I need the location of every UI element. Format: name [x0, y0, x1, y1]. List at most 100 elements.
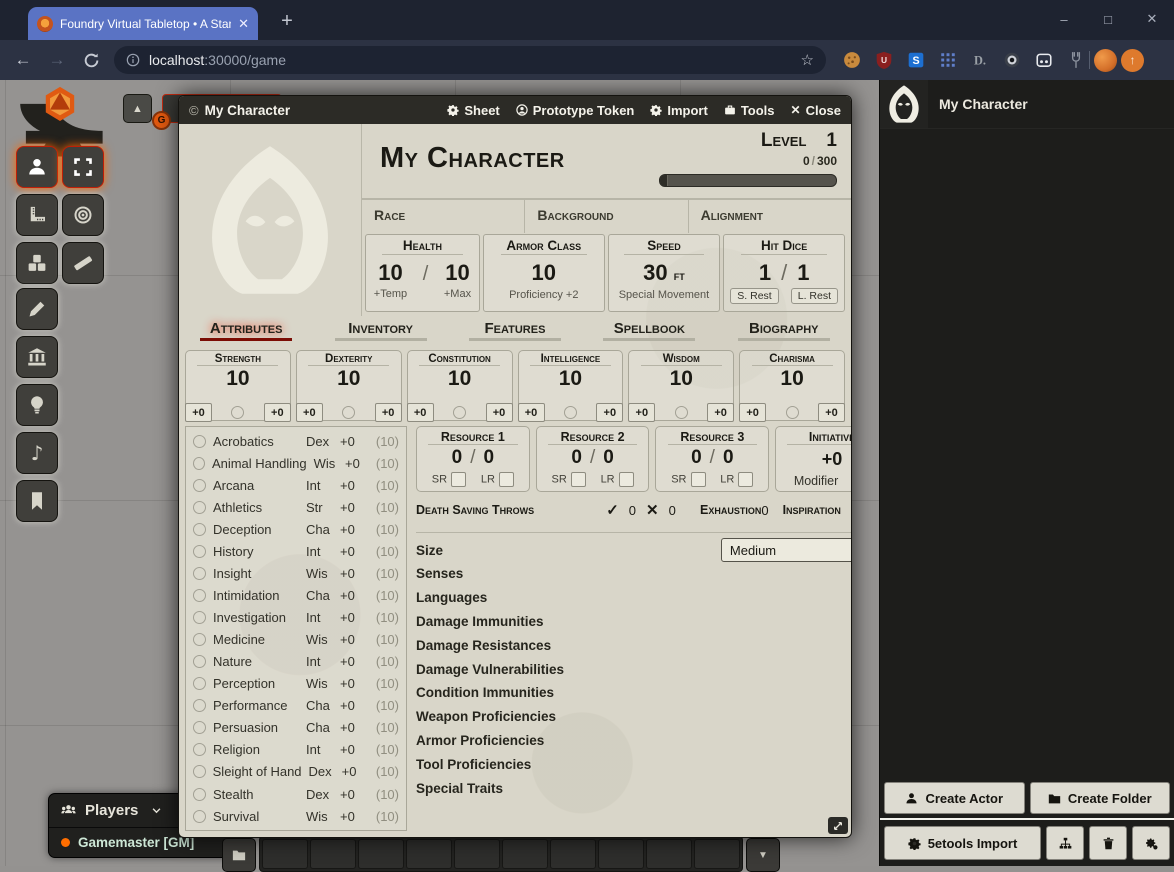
ability-check-mod[interactable]: +0 — [596, 403, 623, 422]
special-movement-label[interactable]: Special Movement — [609, 289, 720, 301]
macro-folder-button[interactable] — [222, 838, 256, 872]
skill-proficiency-radio[interactable] — [193, 743, 206, 756]
create-folder-button[interactable]: Create Folder — [1030, 782, 1171, 814]
ac-value[interactable]: 10 — [532, 260, 556, 286]
ability-charisma[interactable]: Charisma10+0+0 — [739, 350, 845, 421]
proficiency-radio[interactable] — [342, 406, 355, 419]
hotbar-page-button[interactable]: ▼ — [746, 838, 780, 872]
skill-perception[interactable]: PerceptionWis+0(10) — [193, 673, 399, 695]
hp-max-label[interactable]: +Max — [444, 288, 471, 300]
macro-slot[interactable] — [406, 839, 452, 869]
exhaustion-value[interactable]: 0 — [761, 503, 768, 518]
tab-inventory[interactable]: Inventory — [335, 320, 427, 341]
level-value[interactable]: 1 — [826, 130, 837, 152]
character-name[interactable]: My Character — [380, 142, 565, 175]
proficiency-radio[interactable] — [564, 406, 577, 419]
skill-proficiency-radio[interactable] — [193, 567, 206, 580]
measure-tool[interactable] — [16, 194, 58, 236]
skill-proficiency-radio[interactable] — [193, 479, 206, 492]
size-select[interactable]: Medium▼ — [721, 538, 851, 562]
skill-proficiency-radio[interactable] — [193, 523, 206, 536]
skill-stealth[interactable]: StealthDex+0(10) — [193, 783, 399, 805]
macro-slot[interactable] — [694, 839, 740, 869]
fork-extension-icon[interactable] — [1066, 51, 1085, 70]
create-actor-button[interactable]: Create Actor — [884, 782, 1025, 814]
skill-proficiency-radio[interactable] — [193, 810, 206, 823]
long-rest-button[interactable]: L. Rest — [791, 288, 838, 304]
skill-survival[interactable]: SurvivalWis+0(10) — [193, 805, 399, 827]
initiative-modifier[interactable]: Modifier+0 — [776, 474, 851, 488]
window-header[interactable]: © My Character SheetPrototype TokenImpor… — [179, 96, 851, 124]
skill-medicine[interactable]: MedicineWis+0(10) — [193, 629, 399, 651]
lr-checkbox[interactable] — [619, 472, 634, 487]
forward-button[interactable]: → — [42, 45, 72, 75]
proficiency-radio[interactable] — [675, 406, 688, 419]
proficiency-radio[interactable] — [231, 406, 244, 419]
reload-button[interactable] — [76, 45, 106, 75]
sr-checkbox[interactable] — [571, 472, 586, 487]
skill-athletics[interactable]: AthleticsStr+0(10) — [193, 496, 399, 518]
skill-proficiency-radio[interactable] — [193, 501, 206, 514]
tab-close-icon[interactable]: ✕ — [238, 16, 249, 32]
close-button[interactable]: ✕Close — [791, 103, 841, 118]
sr-checkbox[interactable] — [451, 472, 466, 487]
sheet-config-button[interactable]: Sheet — [447, 103, 499, 118]
ability-constitution[interactable]: Constitution10+0+0 — [407, 350, 513, 421]
hp-temp-label[interactable]: +Temp — [374, 288, 407, 300]
skill-animal-handling[interactable]: Animal HandlingWis+0(10) — [193, 452, 399, 474]
ability-score[interactable]: 10 — [519, 367, 623, 391]
skill-proficiency-radio[interactable] — [193, 457, 205, 470]
ability-intelligence[interactable]: Intelligence10+0+0 — [518, 350, 624, 421]
skill-religion[interactable]: ReligionInt+0(10) — [193, 739, 399, 761]
ability-score[interactable]: 10 — [297, 367, 401, 391]
ublock-extension-icon[interactable]: U — [874, 51, 893, 70]
skill-proficiency-radio[interactable] — [193, 435, 206, 448]
sr-checkbox[interactable] — [691, 472, 706, 487]
skill-proficiency-radio[interactable] — [193, 677, 206, 690]
ability-check-mod[interactable]: +0 — [375, 403, 402, 422]
skill-persuasion[interactable]: PersuasionCha+0(10) — [193, 717, 399, 739]
macro-slot[interactable] — [550, 839, 596, 869]
lr-checkbox[interactable] — [499, 472, 514, 487]
ability-save-mod[interactable]: +0 — [407, 403, 434, 422]
resource-2[interactable]: Resource 20/0SRLR — [536, 426, 650, 492]
new-tab-button[interactable]: + — [274, 8, 300, 34]
macro-slot[interactable] — [454, 839, 500, 869]
hp-current[interactable]: 10+Temp — [374, 260, 407, 300]
target-tool[interactable] — [62, 194, 104, 236]
tab-attributes[interactable]: Attributes — [200, 320, 292, 341]
site-info-icon[interactable] — [126, 53, 140, 67]
url-bar[interactable]: localhost:30000/game ☆ — [114, 46, 826, 74]
ability-strength[interactable]: Strength10+0+0 — [185, 350, 291, 421]
macro-slot[interactable] — [358, 839, 404, 869]
cookie-extension-icon[interactable] — [842, 51, 861, 70]
tiles-tool[interactable] — [16, 242, 58, 284]
tab-spellbook[interactable]: Spellbook — [603, 320, 695, 341]
tab-features[interactable]: Features — [469, 320, 561, 341]
ability-score[interactable]: 10 — [629, 367, 733, 391]
ability-check-mod[interactable]: +0 — [707, 403, 734, 422]
d-extension-icon[interactable]: D. — [970, 51, 989, 70]
skill-insight[interactable]: InsightWis+0(10) — [193, 562, 399, 584]
walls-tool[interactable] — [16, 336, 58, 378]
select-targets-tool[interactable] — [62, 146, 104, 188]
resource-values[interactable]: 0/0 — [417, 447, 529, 469]
select-token-tool[interactable] — [16, 146, 58, 188]
macro-slot[interactable] — [646, 839, 692, 869]
death-failure-icon[interactable]: ✕ — [646, 501, 659, 519]
ability-wisdom[interactable]: Wisdom10+0+0 — [628, 350, 734, 421]
profile-avatar[interactable] — [1094, 49, 1117, 72]
robot-extension-icon[interactable] — [1034, 51, 1053, 70]
skill-proficiency-radio[interactable] — [193, 633, 206, 646]
skill-proficiency-radio[interactable] — [193, 699, 206, 712]
ability-score[interactable]: 10 — [740, 367, 844, 391]
death-success-icon[interactable]: ✓ — [606, 501, 619, 519]
5etools-import-button[interactable]: 5etools Import — [884, 826, 1041, 860]
skill-proficiency-radio[interactable] — [193, 721, 206, 734]
ability-save-mod[interactable]: +0 — [185, 403, 212, 422]
stylus-extension-icon[interactable]: S — [906, 51, 925, 70]
skill-investigation[interactable]: InvestigationInt+0(10) — [193, 607, 399, 629]
field-race[interactable]: Race — [362, 200, 524, 233]
resource-1[interactable]: Resource 10/0SRLR — [416, 426, 530, 492]
ability-save-mod[interactable]: +0 — [628, 403, 655, 422]
